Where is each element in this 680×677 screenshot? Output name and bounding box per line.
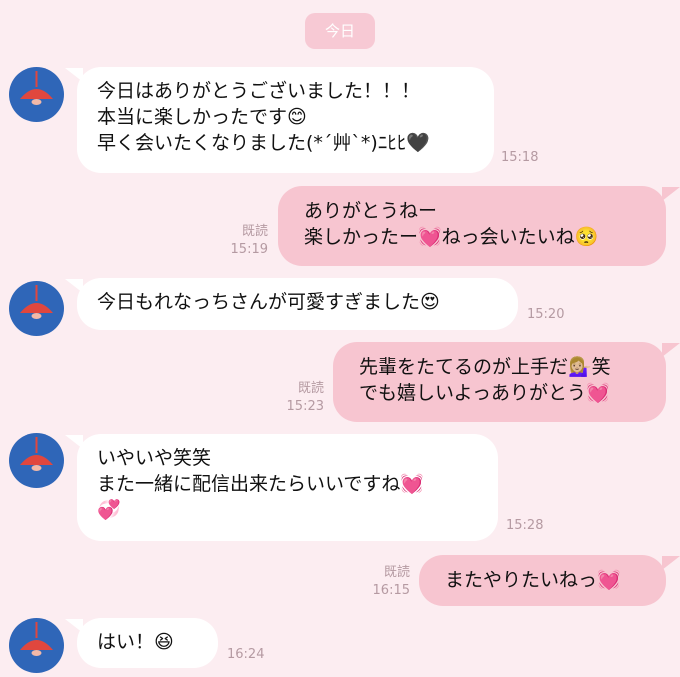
message-time: 15:18: [501, 150, 539, 165]
message-time: 16:15: [372, 583, 410, 598]
message-bubble-outgoing[interactable]: またやりたいねっ💓: [419, 555, 666, 606]
bubble-tail: [662, 187, 680, 201]
message-bubble-incoming[interactable]: 今日もれなっちさんが可愛すぎました😍: [77, 278, 518, 330]
bubble-tail: [662, 556, 680, 570]
read-receipt: 既読: [383, 565, 410, 580]
avatar[interactable]: [9, 618, 64, 673]
message-bubble-incoming[interactable]: いやいや笑笑 また一緒に配信出来たらいいですね💓 💞: [77, 434, 498, 541]
lamp-icon: [20, 285, 53, 319]
read-receipt: 既読: [241, 224, 268, 239]
message-bubble-outgoing[interactable]: 先輩をたてるのが上手だ💁🏼‍♀️笑 でも嬉しいよっありがとう💓: [333, 342, 666, 422]
avatar[interactable]: [9, 67, 64, 122]
lamp-icon: [20, 71, 53, 105]
date-separator: 今日: [305, 13, 375, 49]
message-bubble-outgoing[interactable]: ありがとうねー 楽しかったー💓ねっ会いたいね🥺: [278, 186, 666, 266]
lamp-icon: [20, 622, 53, 656]
message-bubble-incoming[interactable]: はい！😆: [77, 618, 218, 668]
message-time: 15:20: [527, 307, 565, 322]
avatar[interactable]: [9, 433, 64, 488]
read-receipt: 既読: [297, 381, 324, 396]
message-time: 16:24: [227, 647, 265, 662]
message-bubble-incoming[interactable]: 今日はありがとうございました！！！ 本当に楽しかったです😊 早く会いたくなりまし…: [77, 67, 494, 173]
message-time: 15:23: [286, 399, 324, 414]
bubble-tail: [662, 343, 680, 357]
message-time: 15:19: [230, 242, 268, 257]
lamp-icon: [20, 437, 53, 471]
message-time: 15:28: [506, 518, 544, 533]
avatar[interactable]: [9, 281, 64, 336]
